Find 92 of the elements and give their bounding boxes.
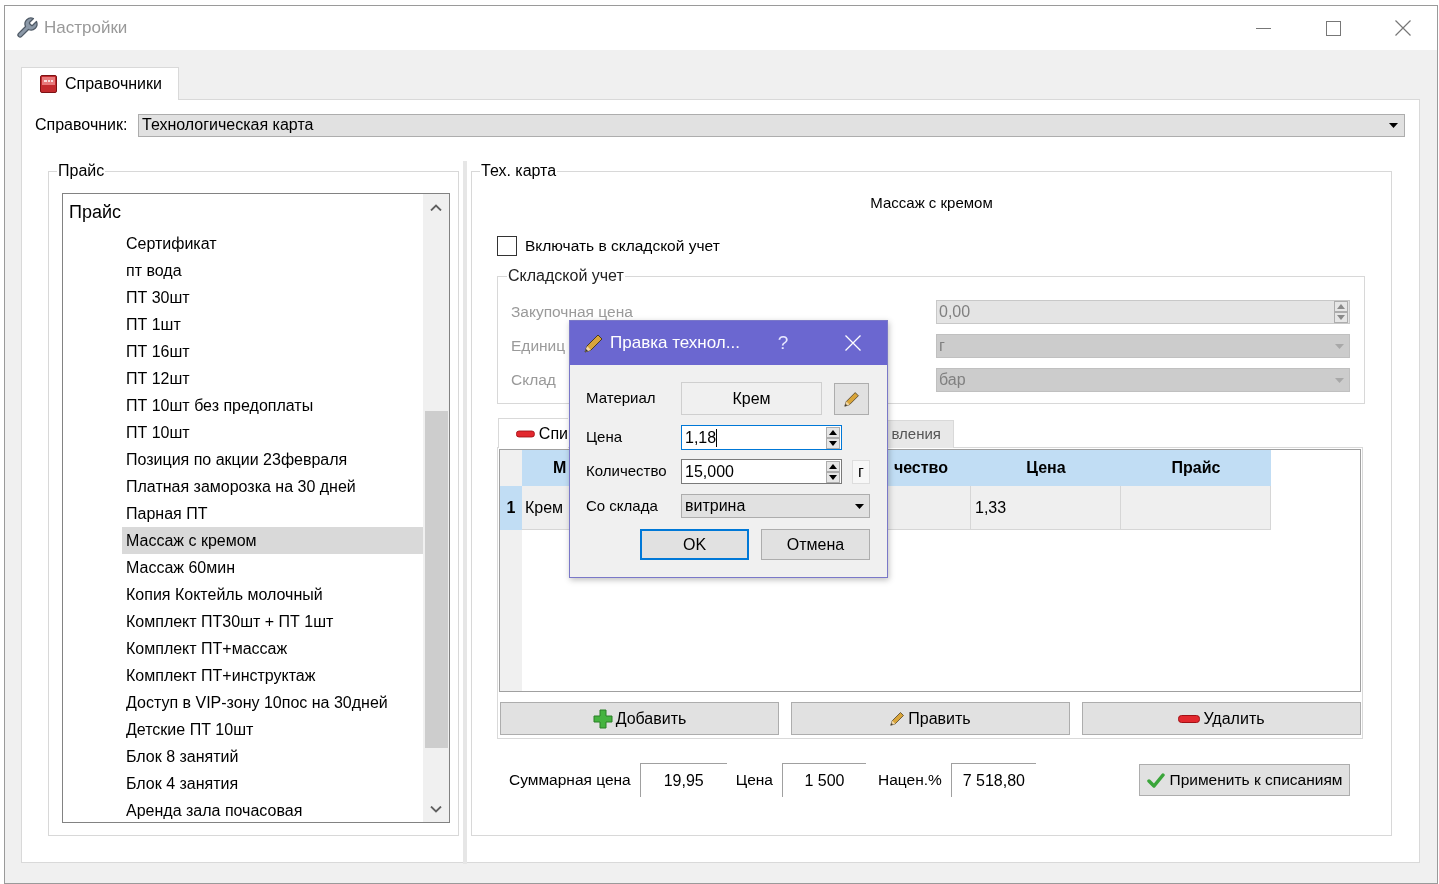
material-button[interactable]: Крем [681, 382, 822, 415]
tree-item[interactable]: Комплект ПТ30шт + ПТ 1шт [122, 608, 423, 635]
value-field: 1 500 [782, 763, 866, 797]
tree-item[interactable]: ПТ 1шт [122, 311, 423, 338]
action-button[interactable]: Удалить [1082, 702, 1361, 735]
caret-down-icon [855, 503, 864, 509]
scrollbar-thumb[interactable] [424, 411, 448, 748]
spin-arrows-icon[interactable] [826, 460, 840, 483]
checkbox[interactable] [497, 236, 517, 256]
field-label: Цена [586, 427, 624, 448]
tab[interactable]: Справочники [21, 67, 179, 100]
action-button[interactable]: Править [791, 702, 1070, 735]
tree-item[interactable]: Массаж 60мин [122, 554, 423, 581]
cell-text: 1,33 [975, 497, 1007, 518]
tree-item[interactable]: Комплект ПТ+массаж [122, 635, 423, 662]
caret-down-icon [1335, 377, 1344, 383]
pencil-icon [843, 390, 860, 407]
tree-item[interactable]: Прайс [65, 200, 423, 224]
field-label: Материал [586, 388, 657, 409]
edit-material-button[interactable] [834, 382, 869, 415]
source-combo[interactable]: витрина [681, 494, 870, 518]
total-label: Цена [735, 770, 773, 791]
pencil-icon [890, 711, 906, 726]
group-title: Тех. карта [480, 161, 558, 181]
unit-label: г [852, 459, 870, 484]
tree-item[interactable]: Массаж с кремом [122, 527, 423, 554]
row-number[interactable]: 1 [500, 486, 522, 530]
field-label: Со склада [586, 495, 659, 516]
tree-item[interactable]: Доступ в VIP-зону 10пос на 30дней [122, 689, 423, 716]
dialog-title: Правка технол... [610, 332, 740, 355]
minus-icon [1178, 714, 1201, 723]
tree-item[interactable]: Комплект ПТ+инструктаж [122, 662, 423, 689]
tree-item[interactable]: Аренда зала почасовая [122, 797, 423, 822]
tab[interactable]: вления [888, 420, 954, 448]
tree-item[interactable]: Сертификат [122, 230, 423, 257]
tree-item[interactable]: Позиция по акции 23февраля [122, 446, 423, 473]
tree-item[interactable]: ПТ 10шт без предоплаты [122, 392, 423, 419]
minimize-icon [1255, 27, 1271, 29]
tree-item[interactable]: Парная ПТ [122, 500, 423, 527]
tree-item[interactable]: Детские ПТ 10шт [122, 716, 423, 743]
field-label: Склад [511, 370, 556, 391]
window-title: Настройки [44, 17, 128, 40]
spin-arrows-icon[interactable] [826, 426, 840, 449]
column-header[interactable]: Прайс [1171, 456, 1221, 480]
tree-item[interactable]: Блок 8 занятий [122, 743, 423, 770]
plus-icon [592, 708, 613, 729]
value-field: 7 518,80 [950, 763, 1036, 797]
apply-button[interactable]: Применить к списаниям [1139, 764, 1350, 796]
field-label: Единиц [511, 336, 566, 357]
dialog-button[interactable]: OK [640, 529, 749, 560]
price-spinbox[interactable]: 1,18 [681, 425, 842, 450]
tree-item[interactable]: пт вода [122, 257, 423, 284]
total-label: Нацен.% [878, 770, 942, 791]
value-field: 19,95 [639, 763, 727, 797]
directory-label: Справочник: [35, 115, 129, 135]
quantity-spinbox[interactable]: 15,000 [681, 459, 842, 484]
tree-item[interactable]: ПТ 12шт [122, 365, 423, 392]
field-label: Закупочная цена [511, 302, 633, 323]
tree-item[interactable]: Копия Коктейль молочный [122, 581, 423, 608]
card-heading: Массаж с кремом [870, 193, 993, 213]
field-label: Количество [586, 461, 668, 482]
minus-icon [516, 429, 535, 438]
tree-item[interactable]: ПТ 10шт [122, 419, 423, 446]
tree-item[interactable]: Платная заморозка на 30 дней [122, 473, 423, 500]
directory-combo[interactable]: Технологическая карта [138, 113, 1405, 137]
close-icon [1394, 20, 1411, 36]
tab[interactable]: Спи [498, 418, 568, 448]
column-header[interactable]: Цена [1026, 456, 1066, 480]
scrollbar[interactable] [423, 194, 449, 822]
pencil-icon [584, 332, 604, 354]
action-button[interactable]: Добавить [500, 702, 779, 735]
tree-item[interactable]: ПТ 30шт [122, 284, 423, 311]
total-label: Суммарная цена [509, 770, 631, 791]
maximize-icon [1325, 20, 1341, 36]
group-title: Складской учет [507, 266, 625, 286]
column-header[interactable]: чество [893, 456, 948, 480]
cell-text: Крем [525, 497, 564, 518]
chevron-up-icon [430, 204, 442, 211]
dialog-button[interactable]: Отмена [761, 529, 870, 560]
caret-down-icon [1335, 343, 1344, 349]
checkbox-label: Включать в складской учет [525, 236, 720, 257]
chevron-down-icon [430, 805, 442, 813]
group-title: Прайс [57, 161, 106, 181]
caret-down-icon [1389, 122, 1398, 128]
close-icon [844, 335, 861, 351]
tree-item[interactable]: Блок 4 занятия [122, 770, 423, 797]
tree-item[interactable]: ПТ 16шт [122, 338, 423, 365]
check-icon [1146, 771, 1165, 789]
wrench-icon [15, 16, 39, 40]
help-button[interactable]: ? [763, 321, 803, 365]
book-icon [40, 75, 57, 93]
column-header[interactable]: М [553, 456, 567, 480]
